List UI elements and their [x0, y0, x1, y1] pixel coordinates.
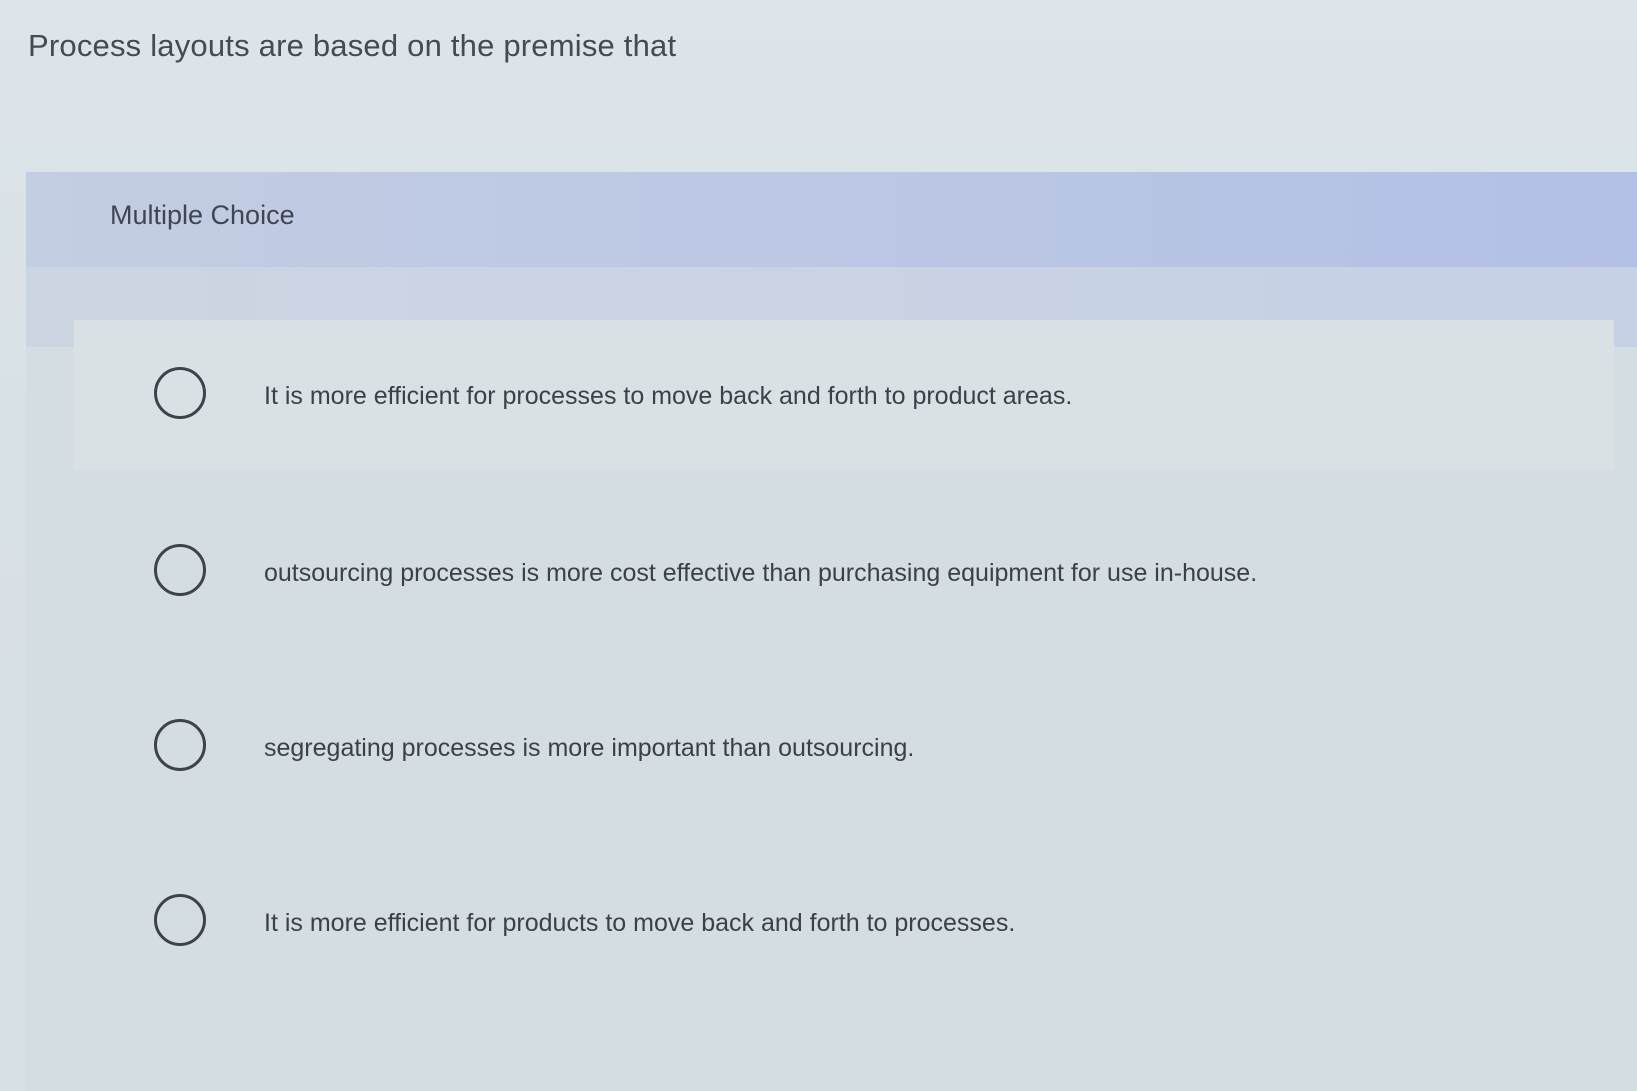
- multiple-choice-card: Multiple Choice It is more efficient for…: [26, 172, 1637, 1091]
- radio-unchecked-icon[interactable]: [154, 544, 206, 596]
- answer-option-label: It is more efficient for products to mov…: [264, 909, 1016, 937]
- radio-unchecked-icon[interactable]: [154, 894, 206, 946]
- radio-unchecked-icon[interactable]: [154, 367, 206, 419]
- card-header: Multiple Choice: [26, 172, 1637, 267]
- answer-option-4[interactable]: It is more efficient for products to mov…: [74, 847, 1614, 997]
- radio-unchecked-icon[interactable]: [154, 719, 206, 771]
- answer-option-label: outsourcing processes is more cost effec…: [264, 559, 1258, 587]
- question-text: Process layouts are based on the premise…: [28, 28, 677, 63]
- card-header-title: Multiple Choice: [110, 200, 295, 230]
- answer-option-2[interactable]: outsourcing processes is more cost effec…: [74, 497, 1614, 647]
- answer-option-3[interactable]: segregating processes is more important …: [74, 672, 1614, 822]
- answer-option-label: It is more efficient for processes to mo…: [264, 382, 1073, 410]
- answer-option-1[interactable]: It is more efficient for processes to mo…: [74, 320, 1614, 470]
- answer-option-label: segregating processes is more important …: [264, 734, 915, 762]
